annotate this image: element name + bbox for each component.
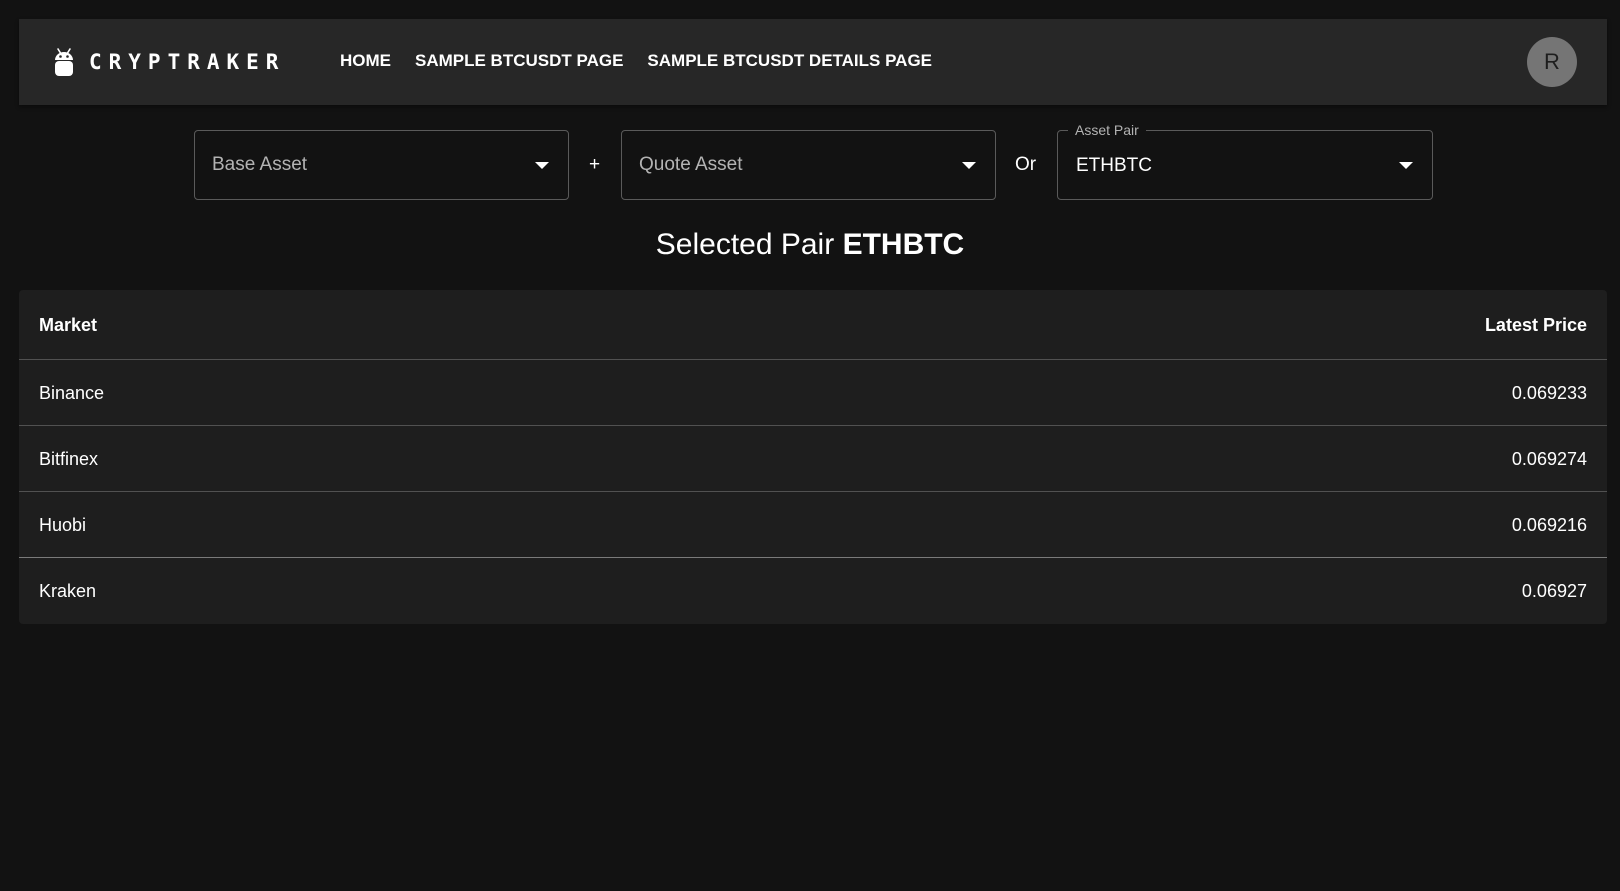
chevron-down-icon	[1399, 162, 1413, 169]
quote-asset-placeholder: Quote Asset	[639, 154, 743, 175]
app-bar: CRYPTRAKER HOME SAMPLE BTCUSDT PAGE SAMP…	[19, 19, 1607, 105]
user-avatar[interactable]: R	[1527, 37, 1577, 87]
column-header-market[interactable]: Market	[39, 314, 97, 336]
latest-price: 0.069216	[1511, 514, 1587, 535]
base-asset-placeholder: Base Asset	[212, 154, 308, 175]
market-name: Kraken	[39, 581, 97, 601]
asset-pair-value: ETHBTC	[1076, 155, 1152, 176]
main-nav: HOME SAMPLE BTCUSDT PAGE SAMPLE BTCUSDT …	[319, 50, 956, 72]
quote-asset-select[interactable]: Quote Asset	[621, 130, 996, 200]
nav-sample-btcusdt-link[interactable]: SAMPLE BTCUSDT PAGE	[415, 50, 635, 72]
selected-pair-value: ETHBTC	[842, 228, 965, 261]
asset-selectors: Base Asset + Quote Asset Or Asset Pair E…	[194, 121, 1434, 200]
selected-pair-heading: Selected Pair ETHBTC	[0, 226, 1620, 264]
nav-sample-btcusdt-details-link[interactable]: SAMPLE BTCUSDT DETAILS PAGE	[647, 50, 944, 72]
column-header-latest-price[interactable]: Latest Price	[1485, 314, 1587, 336]
plus-separator: +	[589, 154, 601, 175]
table-row[interactable]: Bitfinex 0.069274	[19, 426, 1607, 492]
market-name: Bitfinex	[39, 448, 99, 469]
selected-pair-prefix: Selected Pair	[655, 228, 835, 261]
markets-table: Market Latest Price Binance 0.069233 Bit…	[19, 290, 1607, 624]
table-row[interactable]: Huobi 0.069216	[19, 492, 1607, 558]
table-row[interactable]: Kraken 0.06927	[19, 558, 1607, 624]
market-name: Binance	[39, 382, 105, 403]
latest-price: 0.069274	[1511, 448, 1587, 469]
android-robot-icon[interactable]	[53, 47, 75, 77]
chevron-down-icon	[962, 162, 976, 169]
nav-home-link[interactable]: HOME	[340, 50, 403, 72]
asset-pair-label: Asset Pair	[1068, 121, 1146, 139]
table-header-row: Market Latest Price	[19, 290, 1607, 360]
table-row[interactable]: Binance 0.069233	[19, 360, 1607, 426]
latest-price: 0.06927	[1521, 581, 1587, 601]
latest-price: 0.069233	[1511, 382, 1587, 403]
brand-name[interactable]: CRYPTRAKER	[89, 49, 285, 75]
base-asset-select[interactable]: Base Asset	[194, 130, 569, 200]
chevron-down-icon	[535, 162, 549, 169]
asset-pair-select[interactable]: Asset Pair ETHBTC	[1057, 121, 1433, 200]
or-separator: Or	[1015, 154, 1037, 175]
market-name: Huobi	[39, 514, 87, 535]
